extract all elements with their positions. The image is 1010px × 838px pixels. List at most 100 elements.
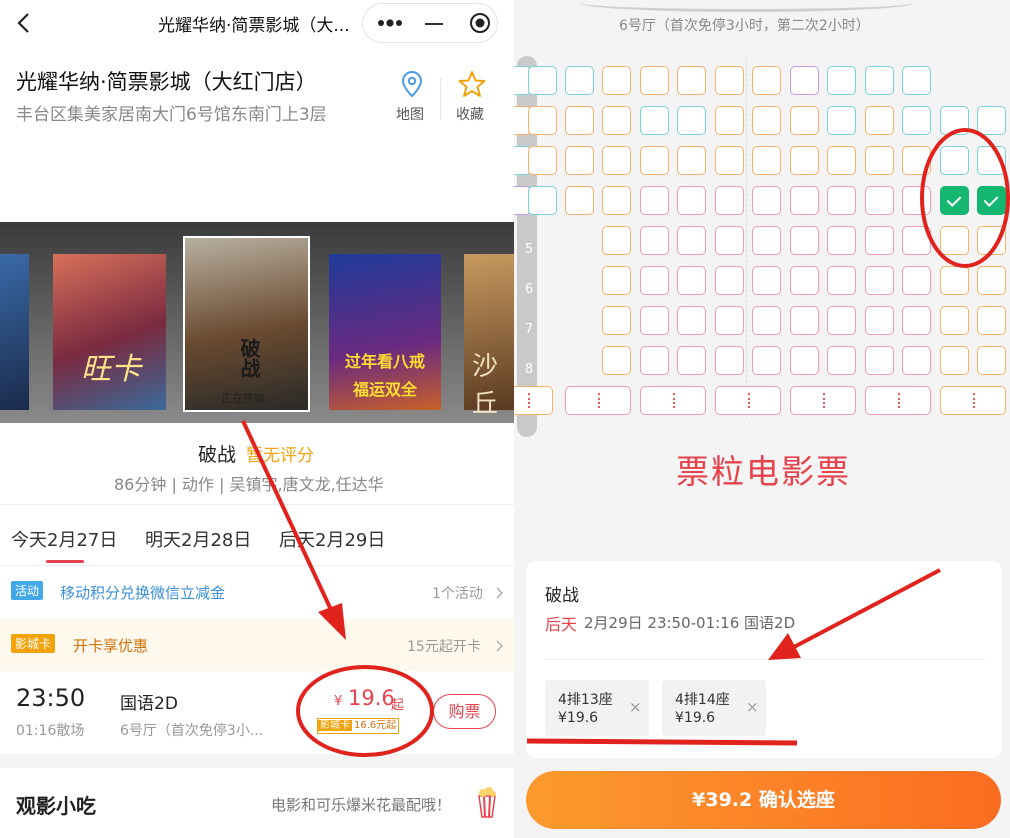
seat[interactable] [602, 106, 631, 135]
showtime-row[interactable]: 23:50 01:16散场 国语2D 6号厅（首次免停3小... ¥ 19.6 … [0, 672, 514, 754]
poster-wonka[interactable]: 旺卡 [53, 254, 166, 410]
seat[interactable] [940, 306, 969, 335]
seat[interactable] [715, 106, 744, 135]
seat[interactable] [902, 186, 931, 215]
seat[interactable] [752, 186, 781, 215]
seat[interactable] [602, 226, 631, 255]
seat[interactable] [528, 106, 557, 135]
seat[interactable] [677, 66, 706, 95]
selected-seat-chip[interactable]: 4排14座 ¥19.6 × [662, 680, 766, 736]
map-button[interactable]: 地图 [390, 70, 434, 126]
seat[interactable] [677, 186, 706, 215]
seat[interactable] [902, 146, 931, 175]
couple-seat[interactable] [790, 386, 856, 415]
seat[interactable] [640, 306, 669, 335]
seat[interactable] [865, 66, 894, 95]
seat[interactable] [752, 226, 781, 255]
seat[interactable] [940, 146, 969, 175]
seat[interactable] [790, 306, 819, 335]
card-row[interactable]: 影城卡 开卡享优惠 15元起开卡 [0, 619, 514, 671]
seat[interactable] [640, 186, 669, 215]
seat[interactable] [790, 186, 819, 215]
seat[interactable] [790, 266, 819, 295]
seat[interactable] [677, 346, 706, 375]
seat[interactable] [677, 146, 706, 175]
seat[interactable] [640, 106, 669, 135]
seat[interactable] [827, 226, 856, 255]
close-miniapp-icon[interactable] [469, 12, 491, 34]
seat[interactable] [677, 306, 706, 335]
seat[interactable] [715, 66, 744, 95]
favorite-button[interactable]: 收藏 [450, 70, 494, 126]
seat[interactable] [640, 266, 669, 295]
seat[interactable] [940, 226, 969, 255]
remove-seat-icon[interactable]: × [746, 698, 759, 716]
seat[interactable] [790, 66, 819, 95]
seat[interactable] [977, 146, 1006, 175]
couple-seat[interactable] [940, 386, 1006, 415]
seat[interactable] [865, 306, 894, 335]
seat[interactable] [677, 226, 706, 255]
seat[interactable] [565, 186, 594, 215]
minimize-icon[interactable] [425, 23, 443, 25]
seat[interactable] [827, 306, 856, 335]
seat[interactable] [752, 306, 781, 335]
confirm-seat-button[interactable]: ¥39.2 确认选座 [526, 771, 1001, 829]
seat[interactable] [790, 226, 819, 255]
seat[interactable] [902, 306, 931, 335]
back-icon[interactable] [16, 12, 32, 34]
seat-selected[interactable] [977, 186, 1006, 215]
seat[interactable] [677, 266, 706, 295]
seat[interactable] [902, 226, 931, 255]
seat[interactable] [715, 146, 744, 175]
poster-pozhan[interactable]: 破战 正在热映 [183, 236, 310, 412]
seat[interactable] [865, 146, 894, 175]
seat[interactable] [565, 66, 594, 95]
seat[interactable] [602, 266, 631, 295]
seat[interactable] [715, 226, 744, 255]
seat[interactable] [977, 346, 1006, 375]
buy-button[interactable]: 购票 [433, 694, 496, 729]
seat[interactable] [528, 186, 557, 215]
seat[interactable] [790, 106, 819, 135]
selected-seat-chip[interactable]: 4排13座 ¥19.6 × [545, 680, 649, 736]
couple-seat[interactable] [640, 386, 706, 415]
seat[interactable] [827, 266, 856, 295]
tab-today[interactable]: 今天2月27日 [11, 526, 117, 552]
seat[interactable] [528, 146, 557, 175]
seat[interactable] [940, 106, 969, 135]
tab-day-after[interactable]: 后天2月29日 [279, 526, 385, 552]
seat[interactable] [752, 146, 781, 175]
seat[interactable] [827, 66, 856, 95]
seat[interactable] [677, 106, 706, 135]
seat[interactable] [715, 346, 744, 375]
couple-seat[interactable] [565, 386, 631, 415]
seat[interactable] [640, 66, 669, 95]
poster-1[interactable] [0, 254, 29, 410]
seat[interactable] [865, 186, 894, 215]
seat[interactable] [790, 146, 819, 175]
poster-bajie[interactable]: 过年看八戒 福运双全 [329, 254, 441, 410]
seat[interactable] [940, 266, 969, 295]
couple-seat[interactable] [514, 386, 553, 415]
tab-tomorrow[interactable]: 明天2月28日 [145, 526, 251, 552]
seat[interactable] [640, 346, 669, 375]
seat[interactable] [715, 186, 744, 215]
seat[interactable] [902, 266, 931, 295]
seat[interactable] [715, 306, 744, 335]
remove-seat-icon[interactable]: × [629, 698, 642, 716]
seat[interactable] [602, 306, 631, 335]
seat-selected[interactable] [940, 186, 969, 215]
seat[interactable] [565, 106, 594, 135]
seat[interactable] [752, 266, 781, 295]
seat[interactable] [565, 146, 594, 175]
poster-carousel[interactable]: 旺卡 破战 正在热映 过年看八戒 福运双全 沙丘 [0, 222, 514, 423]
seat[interactable] [790, 346, 819, 375]
seat[interactable] [640, 226, 669, 255]
seat[interactable] [752, 346, 781, 375]
more-icon[interactable] [377, 17, 403, 29]
seat[interactable] [977, 266, 1006, 295]
seat[interactable] [977, 306, 1006, 335]
seat[interactable] [902, 66, 931, 95]
seat[interactable] [902, 106, 931, 135]
